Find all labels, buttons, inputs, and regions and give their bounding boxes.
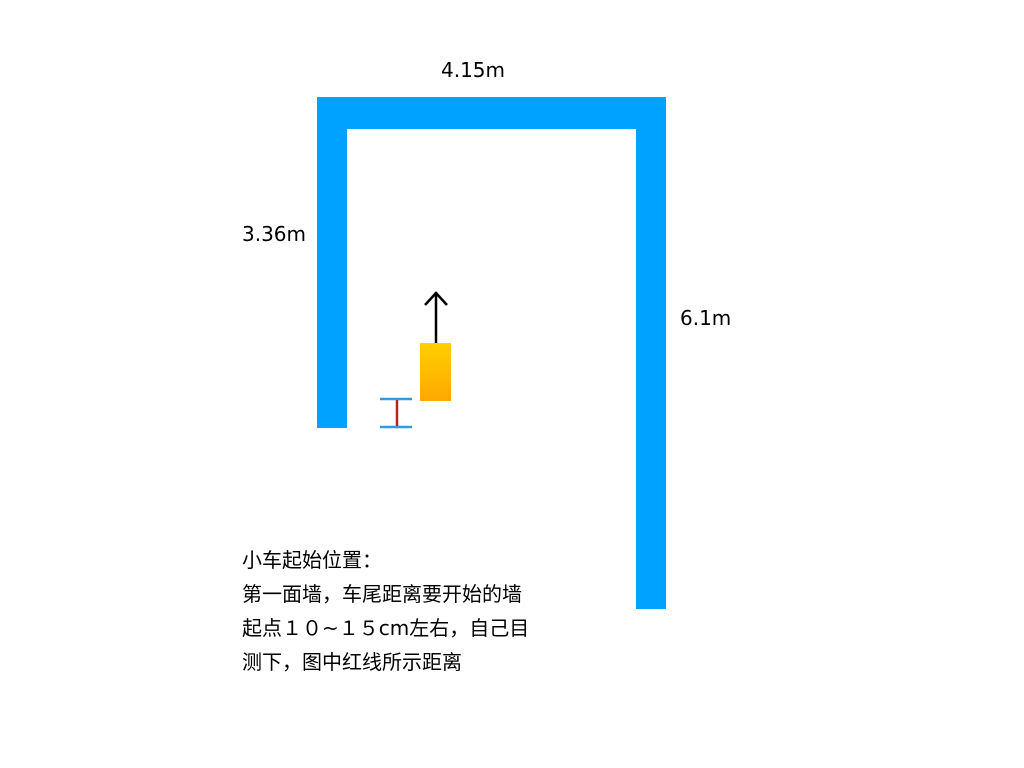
right-wall-length-label: 6.1m bbox=[680, 306, 732, 330]
up-arrow-icon bbox=[424, 291, 448, 344]
distance-marker-icon bbox=[380, 397, 412, 429]
wall-top bbox=[317, 97, 666, 129]
top-wall-length-label: 4.15m bbox=[441, 58, 506, 82]
instruction-note: 小车起始位置： 第一面墙，车尾距离要开始的墙 起点１０~１５cm左右，自己目 测… bbox=[242, 543, 602, 679]
wall-left bbox=[317, 97, 347, 428]
wall-right bbox=[636, 97, 666, 609]
note-line: 测下，图中红线所示距离 bbox=[242, 650, 462, 674]
car bbox=[420, 343, 451, 401]
left-wall-length-label: 3.36m bbox=[242, 222, 307, 246]
note-line: 小车起始位置： bbox=[242, 548, 382, 572]
note-line: 第一面墙，车尾距离要开始的墙 bbox=[242, 582, 522, 606]
note-line: 起点１０~１５cm左右，自己目 bbox=[242, 616, 530, 640]
